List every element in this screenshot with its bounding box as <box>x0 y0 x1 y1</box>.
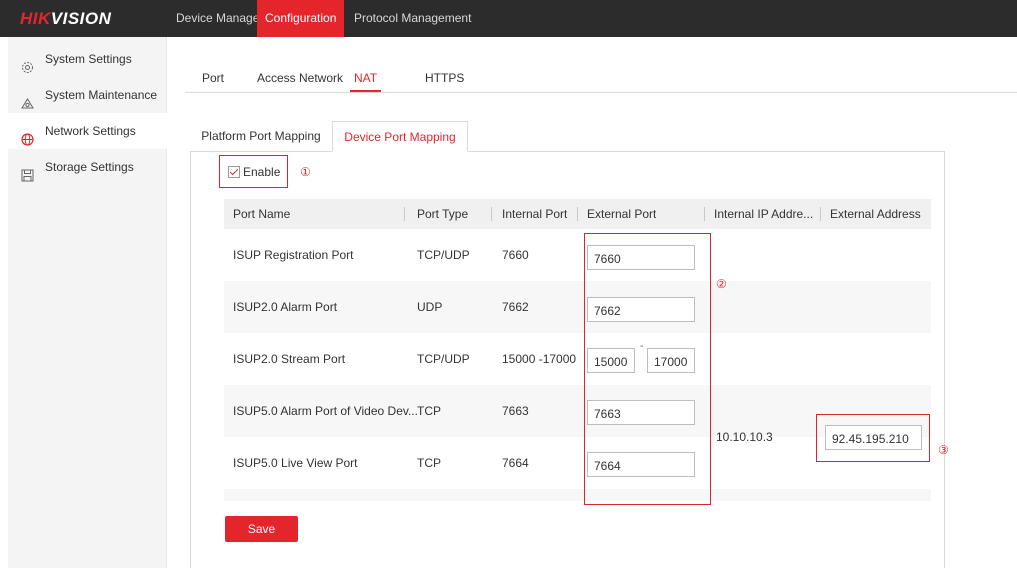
column-divider <box>820 207 821 221</box>
port-type-cell: TCP <box>417 404 441 418</box>
annotation-marker-3: ③ <box>938 443 949 457</box>
port-type-cell: TCP/UDP <box>417 352 470 366</box>
column-divider <box>704 207 705 221</box>
table-row: ISUP2.0 Stream Port TCP/UDP 15000 -17000 <box>224 333 931 385</box>
sidebar-item-system-settings[interactable]: System Settings <box>8 41 167 77</box>
tools-icon <box>21 88 34 109</box>
globe-icon <box>21 124 34 146</box>
port-name-cell: ISUP Registration Port <box>233 248 354 262</box>
column-header-external-address: External Address <box>830 207 921 221</box>
subtab-bar: Port Access Network NAT HTTPS <box>185 71 1017 93</box>
sidebar-item-label: System Maintenance <box>45 88 158 102</box>
hikvision-logo: HIKVISION <box>20 9 112 28</box>
sidebar-item-system-maintenance[interactable]: System Maintenance <box>8 77 167 113</box>
port-name-cell: ISUP5.0 Alarm Port of Video Dev... <box>233 404 418 418</box>
highlight-external-address-box <box>816 414 930 462</box>
enable-control[interactable]: Enable <box>228 163 280 181</box>
column-header-port-name: Port Name <box>233 207 291 221</box>
enable-checkbox[interactable] <box>228 166 240 178</box>
nav-configuration[interactable]: Configuration <box>257 0 345 37</box>
column-divider <box>491 207 492 221</box>
nav-protocol-management[interactable]: Protocol Management <box>346 0 479 37</box>
sidebar-item-label: System Settings <box>45 52 132 66</box>
top-bar: HIKVISION Device Management Configuratio… <box>0 0 1017 37</box>
column-divider <box>577 207 578 221</box>
port-name-cell: ISUP5.0 Live View Port <box>233 456 358 470</box>
table-row: ISUP2.0 Alarm Port UDP 7662 <box>224 281 931 333</box>
table-header: Port Name Port Type Internal Port Extern… <box>224 199 931 229</box>
port-name-cell: ISUP2.0 Stream Port <box>233 352 346 366</box>
highlight-external-port-box <box>584 233 711 505</box>
internal-port-cell: 15000 -17000 <box>502 352 577 366</box>
tab-https[interactable]: HTTPS <box>423 71 466 92</box>
annotation-marker-1: ① <box>300 165 311 179</box>
gear-icon <box>21 52 34 73</box>
column-header-external-port: External Port <box>587 207 657 221</box>
column-divider <box>404 207 405 221</box>
tab-access-network[interactable]: Access Network <box>255 71 345 92</box>
port-type-cell: TCP/UDP <box>417 248 470 262</box>
sidebar-item-label: Network Settings <box>45 124 136 138</box>
sidebar-item-network-settings[interactable]: Network Settings <box>8 113 167 149</box>
disk-icon <box>21 160 34 182</box>
column-header-port-type: Port Type <box>417 207 469 221</box>
port-name-cell: ISUP2.0 Alarm Port <box>233 300 338 314</box>
sidebar-item-label: Storage Settings <box>45 160 134 174</box>
tab-platform-port-mapping[interactable]: Platform Port Mapping <box>200 121 322 151</box>
sidebar-item-storage-settings[interactable]: Storage Settings <box>8 149 167 185</box>
port-type-cell: TCP <box>417 456 441 470</box>
internal-port-cell: 7660 <box>502 248 529 262</box>
column-header-internal-ip: Internal IP Addre... <box>714 207 814 221</box>
table-row <box>224 489 931 501</box>
internal-ip-value: 10.10.10.3 <box>716 430 773 444</box>
save-button[interactable]: Save <box>225 516 298 542</box>
tab-nat[interactable]: NAT <box>350 71 382 92</box>
sidebar: System Settings System Maintenance Netwo… <box>8 37 167 568</box>
internal-port-cell: 7663 <box>502 404 529 418</box>
table-row: ISUP Registration Port TCP/UDP 7660 <box>224 229 931 281</box>
internal-port-cell: 7664 <box>502 456 529 470</box>
tab-port[interactable]: Port <box>200 71 226 92</box>
annotation-marker-2: ② <box>716 277 727 291</box>
column-header-internal-port: Internal Port <box>502 207 568 221</box>
enable-label: Enable <box>243 165 281 179</box>
internal-port-cell: 7662 <box>502 300 529 314</box>
port-type-cell: UDP <box>417 300 443 314</box>
tab-device-port-mapping[interactable]: Device Port Mapping <box>332 121 468 152</box>
